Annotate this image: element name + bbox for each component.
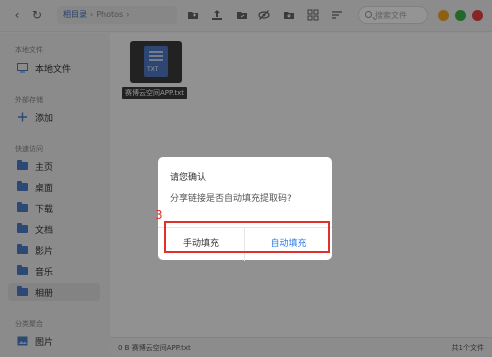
dialog-title: 请您确认 <box>170 173 207 183</box>
step-number: 3 <box>155 208 163 222</box>
highlight-box <box>164 221 330 253</box>
dialog-message: 分享链接是否自动填充提取码? <box>170 194 292 204</box>
